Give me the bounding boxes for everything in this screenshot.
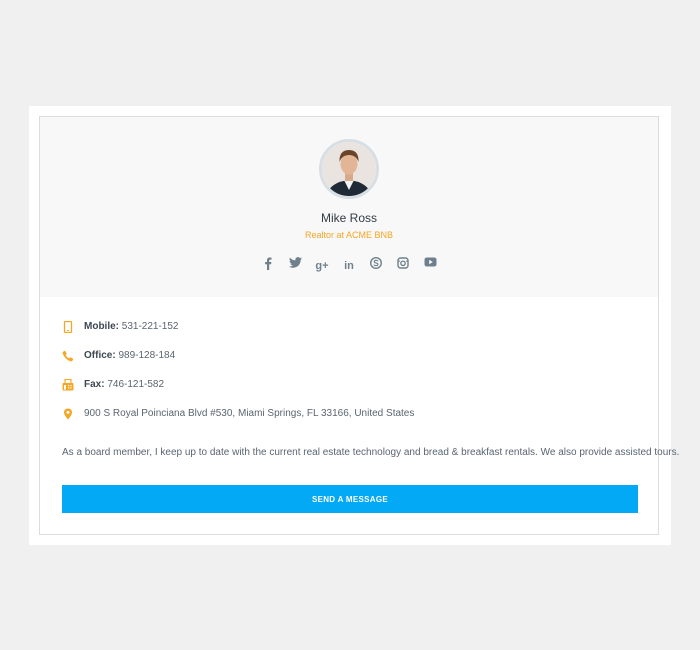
map-pin-icon — [62, 408, 74, 420]
card-wrapper: Mike Ross Realtor at ACME BNB g+ in Mobi… — [29, 106, 680, 545]
profile-name: Mike Ross — [320, 211, 377, 225]
instagram-icon[interactable] — [390, 257, 417, 275]
social-links: g+ in — [40, 257, 658, 275]
profile-card: Mike Ross Realtor at ACME BNB g+ in Mobi… — [39, 116, 680, 535]
address-value: 900 S Royal Poinciana Blvd #530, Miami S… — [84, 408, 415, 419]
office-label: Office: — [84, 350, 116, 361]
linkedin-icon[interactable]: in — [336, 257, 363, 275]
phone-icon — [62, 350, 74, 362]
youtube-icon[interactable] — [417, 257, 444, 275]
google-plus-icon[interactable]: g+ — [309, 257, 336, 275]
mobile-label: Mobile: — [84, 321, 119, 332]
send-message-button[interactable]: SEND A MESSAGE — [62, 485, 638, 513]
fax-value: 746-121-582 — [107, 379, 165, 390]
profile-role: Realtor at ACME BNB — [304, 230, 394, 240]
bio-text: As a board member, I keep up to date wit… — [62, 447, 680, 458]
mobile-value: 531-221-152 — [121, 321, 179, 332]
avatar — [319, 139, 379, 199]
mobile-phone-icon — [62, 320, 74, 334]
office-value: 989-128-184 — [118, 350, 176, 361]
twitter-icon[interactable] — [282, 257, 309, 275]
fax-icon — [62, 378, 74, 391]
profile-header: Mike Ross Realtor at ACME BNB g+ in — [40, 117, 658, 297]
facebook-icon[interactable] — [255, 257, 282, 275]
skype-icon[interactable] — [363, 257, 390, 275]
fax-label: Fax: — [84, 379, 105, 390]
